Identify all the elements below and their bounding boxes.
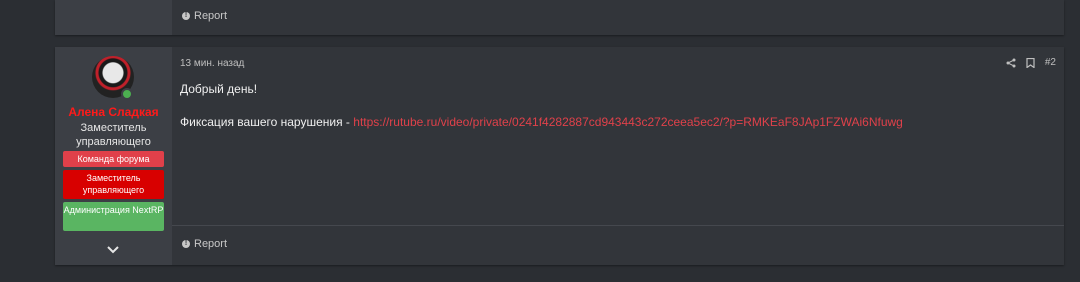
user-title: Заместитель управляющего bbox=[76, 122, 151, 148]
violation-line: Фиксация вашего нарушения - https://rutu… bbox=[180, 114, 1044, 130]
bookmark-icon[interactable] bbox=[1026, 57, 1035, 68]
post-body: Добрый день! Фиксация вашего нарушения -… bbox=[180, 81, 1044, 130]
report-label: Report bbox=[194, 238, 228, 250]
chevron-down-icon[interactable] bbox=[107, 242, 119, 254]
badge-deputy-manager: Заместитель управляющего bbox=[63, 170, 164, 199]
violation-prefix: Фиксация вашего нарушения - bbox=[180, 115, 354, 129]
alert-icon: ! bbox=[182, 12, 190, 20]
post-actions: #2 bbox=[1006, 57, 1056, 68]
report-link[interactable]: ! Report bbox=[182, 238, 227, 250]
previous-post-content: ! Report bbox=[172, 0, 1064, 35]
share-icon[interactable] bbox=[1006, 58, 1016, 68]
badge-administration: Администрация NextRP bbox=[63, 202, 164, 231]
post-time[interactable]: 13 мин. назад bbox=[180, 58, 244, 69]
post-content: 13 мин. назад #2 Добрый день! Фиксация в… bbox=[172, 47, 1064, 265]
report-label: Report bbox=[194, 10, 228, 22]
divider bbox=[172, 225, 1064, 226]
post: Алена Сладкая Заместитель управляющего К… bbox=[55, 47, 1064, 265]
online-indicator-icon bbox=[121, 88, 133, 100]
badge-forum-team: Команда форума bbox=[63, 151, 164, 167]
previous-post-footer: ! Report bbox=[55, 0, 1064, 35]
post-number[interactable]: #2 bbox=[1045, 57, 1056, 68]
violation-link[interactable]: https://rutube.ru/video/private/0241f428… bbox=[353, 115, 903, 129]
user-column: Алена Сладкая Заместитель управляющего К… bbox=[55, 47, 172, 265]
greeting-text: Добрый день! bbox=[180, 82, 258, 96]
alert-icon: ! bbox=[182, 240, 190, 248]
username[interactable]: Алена Сладкая bbox=[55, 105, 172, 119]
report-link[interactable]: ! Report bbox=[182, 10, 227, 22]
previous-post-user-column bbox=[55, 0, 172, 35]
